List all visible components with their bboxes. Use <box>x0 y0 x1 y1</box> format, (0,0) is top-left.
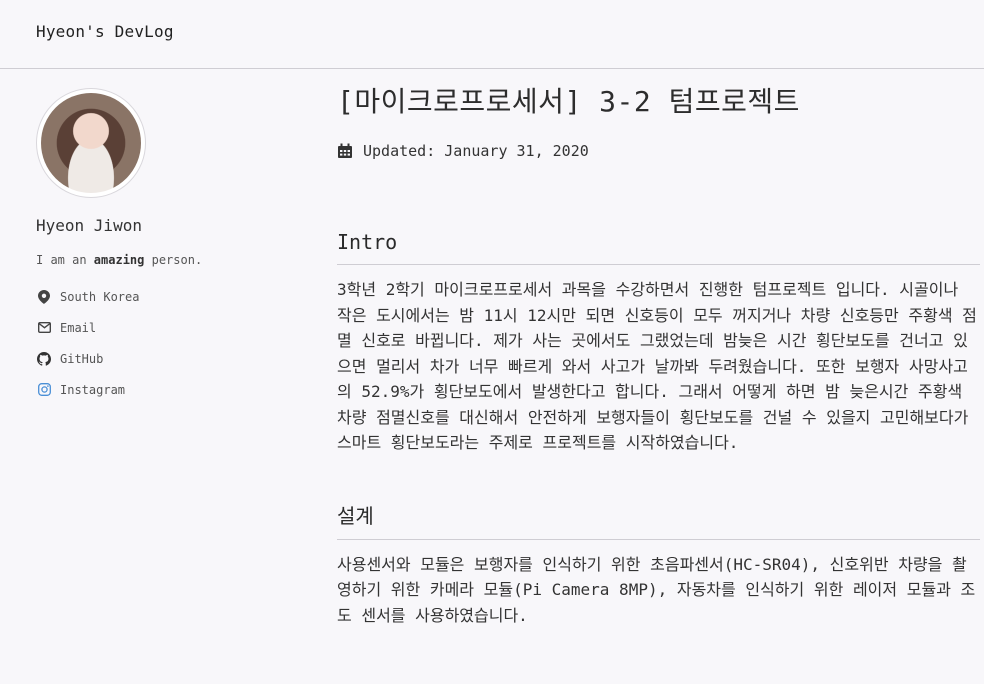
avatar <box>36 88 146 198</box>
section-heading-intro: Intro <box>337 230 980 265</box>
author-name: Hyeon Jiwon <box>36 216 142 235</box>
masthead: Hyeon's DevLog <box>0 0 984 69</box>
calendar-icon <box>337 143 353 159</box>
map-marker-icon <box>36 289 52 305</box>
author-link-email[interactable]: Email <box>36 312 296 343</box>
github-icon <box>36 351 52 367</box>
author-link-github[interactable]: GitHub <box>36 343 296 374</box>
section-body-intro: 3학년 2학기 마이크로프로세서 과목을 수강하면서 진행한 텀프로젝트 입니다… <box>337 280 977 452</box>
author-link-github-label[interactable]: GitHub <box>60 352 103 366</box>
site-title-link[interactable]: Hyeon's DevLog <box>36 22 174 41</box>
author-link-location: South Korea <box>36 281 296 312</box>
author-links: South Korea Email GitHub Instagram <box>36 281 296 405</box>
author-bio-emphasis: amazing <box>93 253 145 267</box>
page-title: [마이크로프로세서] 3-2 텀프로젝트 <box>337 85 800 118</box>
updated-date: January 31, 2020 <box>444 142 589 160</box>
author-link-instagram[interactable]: Instagram <box>36 374 296 405</box>
post-content: [마이크로프로세서] 3-2 텀프로젝트 Updated: January 31… <box>337 80 980 628</box>
author-link-email-label[interactable]: Email <box>60 321 96 335</box>
author-link-instagram-label[interactable]: Instagram <box>60 383 125 397</box>
author-bio: I am an amazing person. <box>36 253 296 267</box>
author-bio-suffix: person. <box>144 253 203 267</box>
author-sidebar: Hyeon Jiwon I am an amazing person. Sout… <box>36 88 296 405</box>
avatar-photo <box>41 93 141 193</box>
instagram-icon <box>36 382 52 398</box>
updated-label: Updated: <box>363 142 436 160</box>
section-heading-design: 설계 <box>337 500 980 540</box>
post-meta: Updated: January 31, 2020 <box>337 142 980 160</box>
envelope-icon <box>36 320 52 336</box>
section-body-design: 사용센서와 모듈은 보행자를 인식하기 위한 초음파센서(HC-SR04), 신… <box>337 554 976 625</box>
author-link-location-label: South Korea <box>60 289 140 304</box>
author-bio-prefix: I am an <box>36 253 94 267</box>
